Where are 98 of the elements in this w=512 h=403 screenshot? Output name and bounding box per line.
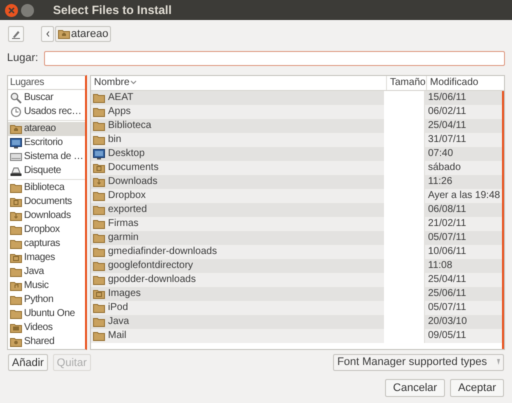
documents-folder-icon [10, 196, 22, 208]
date-cell: 11:08 [424, 258, 502, 272]
column-header: Lugares [8, 76, 85, 90]
home-folder-icon [58, 28, 70, 40]
column-header[interactable]: Tamaño [386, 76, 426, 90]
location-field[interactable] [44, 50, 505, 66]
search-icon [10, 92, 22, 104]
date-cell: 06/08/11 [424, 202, 502, 216]
sidebar-item[interactable]: Escritorio [8, 136, 85, 150]
date-cell: 05/07/11 [424, 230, 502, 244]
edit-location-button[interactable] [8, 26, 24, 42]
sidebar-item[interactable]: Usados rec… [8, 104, 85, 118]
videos-folder-icon [10, 322, 22, 334]
sidebar-item[interactable]: Ubuntu One [8, 306, 85, 320]
date-cell: 07:40 [424, 146, 502, 160]
folder-icon [10, 308, 22, 320]
dropdown-arrow-icon [497, 359, 500, 365]
file-name-cell[interactable]: gpodder-downloads [91, 272, 384, 286]
file-name-cell[interactable]: gmediafinder-downloads [91, 244, 384, 258]
date-cell: Ayer a las 19:48 [424, 188, 502, 202]
sidebar-item[interactable]: Buscar [8, 90, 85, 104]
file-name-cell[interactable]: Java [91, 314, 384, 328]
add-button[interactable]: Añadir [8, 354, 48, 370]
sidebar-item[interactable]: Disquete [8, 164, 85, 178]
path-button[interactable]: atareao [55, 26, 112, 42]
minimize-button[interactable] [21, 4, 34, 16]
cancel-button[interactable]: Cancelar [385, 378, 446, 396]
file-name-cell[interactable]: Documents [91, 160, 384, 174]
sidebar-item[interactable]: Dropbox [8, 222, 85, 236]
sidebar-item[interactable]: Biblioteca [8, 180, 85, 194]
date-cell: 15/06/11 [424, 90, 502, 104]
music-folder-icon [10, 280, 22, 292]
sidebar-item[interactable]: capturas [8, 236, 85, 250]
location-label: Lugar: [7, 51, 38, 66]
file-name-cell[interactable]: Desktop [91, 146, 384, 160]
folder-icon [10, 294, 22, 306]
folder-icon [10, 182, 22, 194]
file-name-cell[interactable]: Biblioteca [91, 118, 384, 132]
drive-icon [10, 150, 22, 162]
window-title: Select Files to Install [53, 2, 172, 19]
folder-icon [10, 224, 22, 236]
file-name-cell[interactable]: Apps [91, 104, 384, 118]
close-icon [8, 6, 15, 14]
recent-icon [10, 106, 22, 118]
file-name-cell[interactable]: Downloads [91, 174, 384, 188]
sidebar-item[interactable]: Images [8, 250, 85, 264]
documents-folder-icon [93, 162, 105, 174]
file-name-cell[interactable]: googlefontdirectory [91, 258, 384, 272]
date-cell: 20/03/10 [424, 314, 502, 328]
date-cell: 05/07/11 [424, 300, 502, 314]
sidebar-item[interactable]: Videos [8, 320, 85, 334]
pencil-icon [11, 29, 21, 39]
date-cell: 25/06/11 [424, 286, 502, 300]
back-button[interactable] [41, 26, 54, 42]
accept-button[interactable]: Aceptar [450, 378, 504, 396]
file-name-cell[interactable]: Firmas [91, 216, 384, 230]
date-cell: 09/05/11 [424, 328, 502, 342]
date-cell: 31/07/11 [424, 132, 502, 146]
date-cell: 25/04/11 [424, 118, 502, 132]
date-cell: 25/04/11 [424, 272, 502, 286]
shared-folder-icon [10, 336, 22, 348]
images-folder-icon [93, 288, 105, 300]
file-name-cell[interactable]: iPod [91, 300, 384, 314]
folder-icon [10, 266, 22, 278]
sidebar-item[interactable]: atareao [8, 122, 85, 136]
column-header[interactable]: Modificado [426, 76, 504, 90]
date-cell: 06/02/11 [424, 104, 502, 118]
sidebar-item[interactable]: Java [8, 264, 85, 278]
file-name-cell[interactable]: Dropbox [91, 188, 384, 202]
sidebar-item[interactable]: Documents [8, 194, 85, 208]
file-name-cell[interactable]: Mail [91, 328, 384, 342]
file-name-cell[interactable]: Images [91, 286, 384, 300]
column-header[interactable]: Nombre [91, 76, 386, 90]
downloads-folder-icon [93, 176, 105, 188]
monitor-icon [93, 148, 105, 160]
file-name-cell[interactable]: garmin [91, 230, 384, 244]
file-name-cell[interactable]: AEAT [91, 90, 384, 104]
sidebar-item[interactable]: Shared [8, 334, 85, 348]
file-name-cell[interactable]: exported [91, 202, 384, 216]
folder-icon [10, 238, 22, 250]
date-cell: 11:26 [424, 174, 502, 188]
sidebar-item[interactable]: Sistema de … [8, 150, 85, 164]
date-cell: sábado [424, 160, 502, 174]
monitor-icon [10, 136, 22, 148]
file-name-cell[interactable]: bin [91, 132, 384, 146]
chevron-left-icon [46, 31, 50, 37]
file-type-dropdown[interactable]: Font Manager supported types [333, 354, 504, 370]
sidebar-item[interactable]: Downloads [8, 208, 85, 222]
sidebar-item[interactable]: Music [8, 278, 85, 292]
date-cell: 21/02/11 [424, 216, 502, 230]
sort-chevron-icon [130, 80, 137, 85]
close-button[interactable] [5, 4, 18, 16]
disk-drive-icon [10, 164, 22, 176]
date-cell: 10/06/11 [424, 244, 502, 258]
home-folder-icon [10, 122, 22, 134]
images-folder-icon [10, 252, 22, 264]
sidebar-item[interactable]: Python [8, 292, 85, 306]
downloads-folder-icon [10, 210, 22, 222]
